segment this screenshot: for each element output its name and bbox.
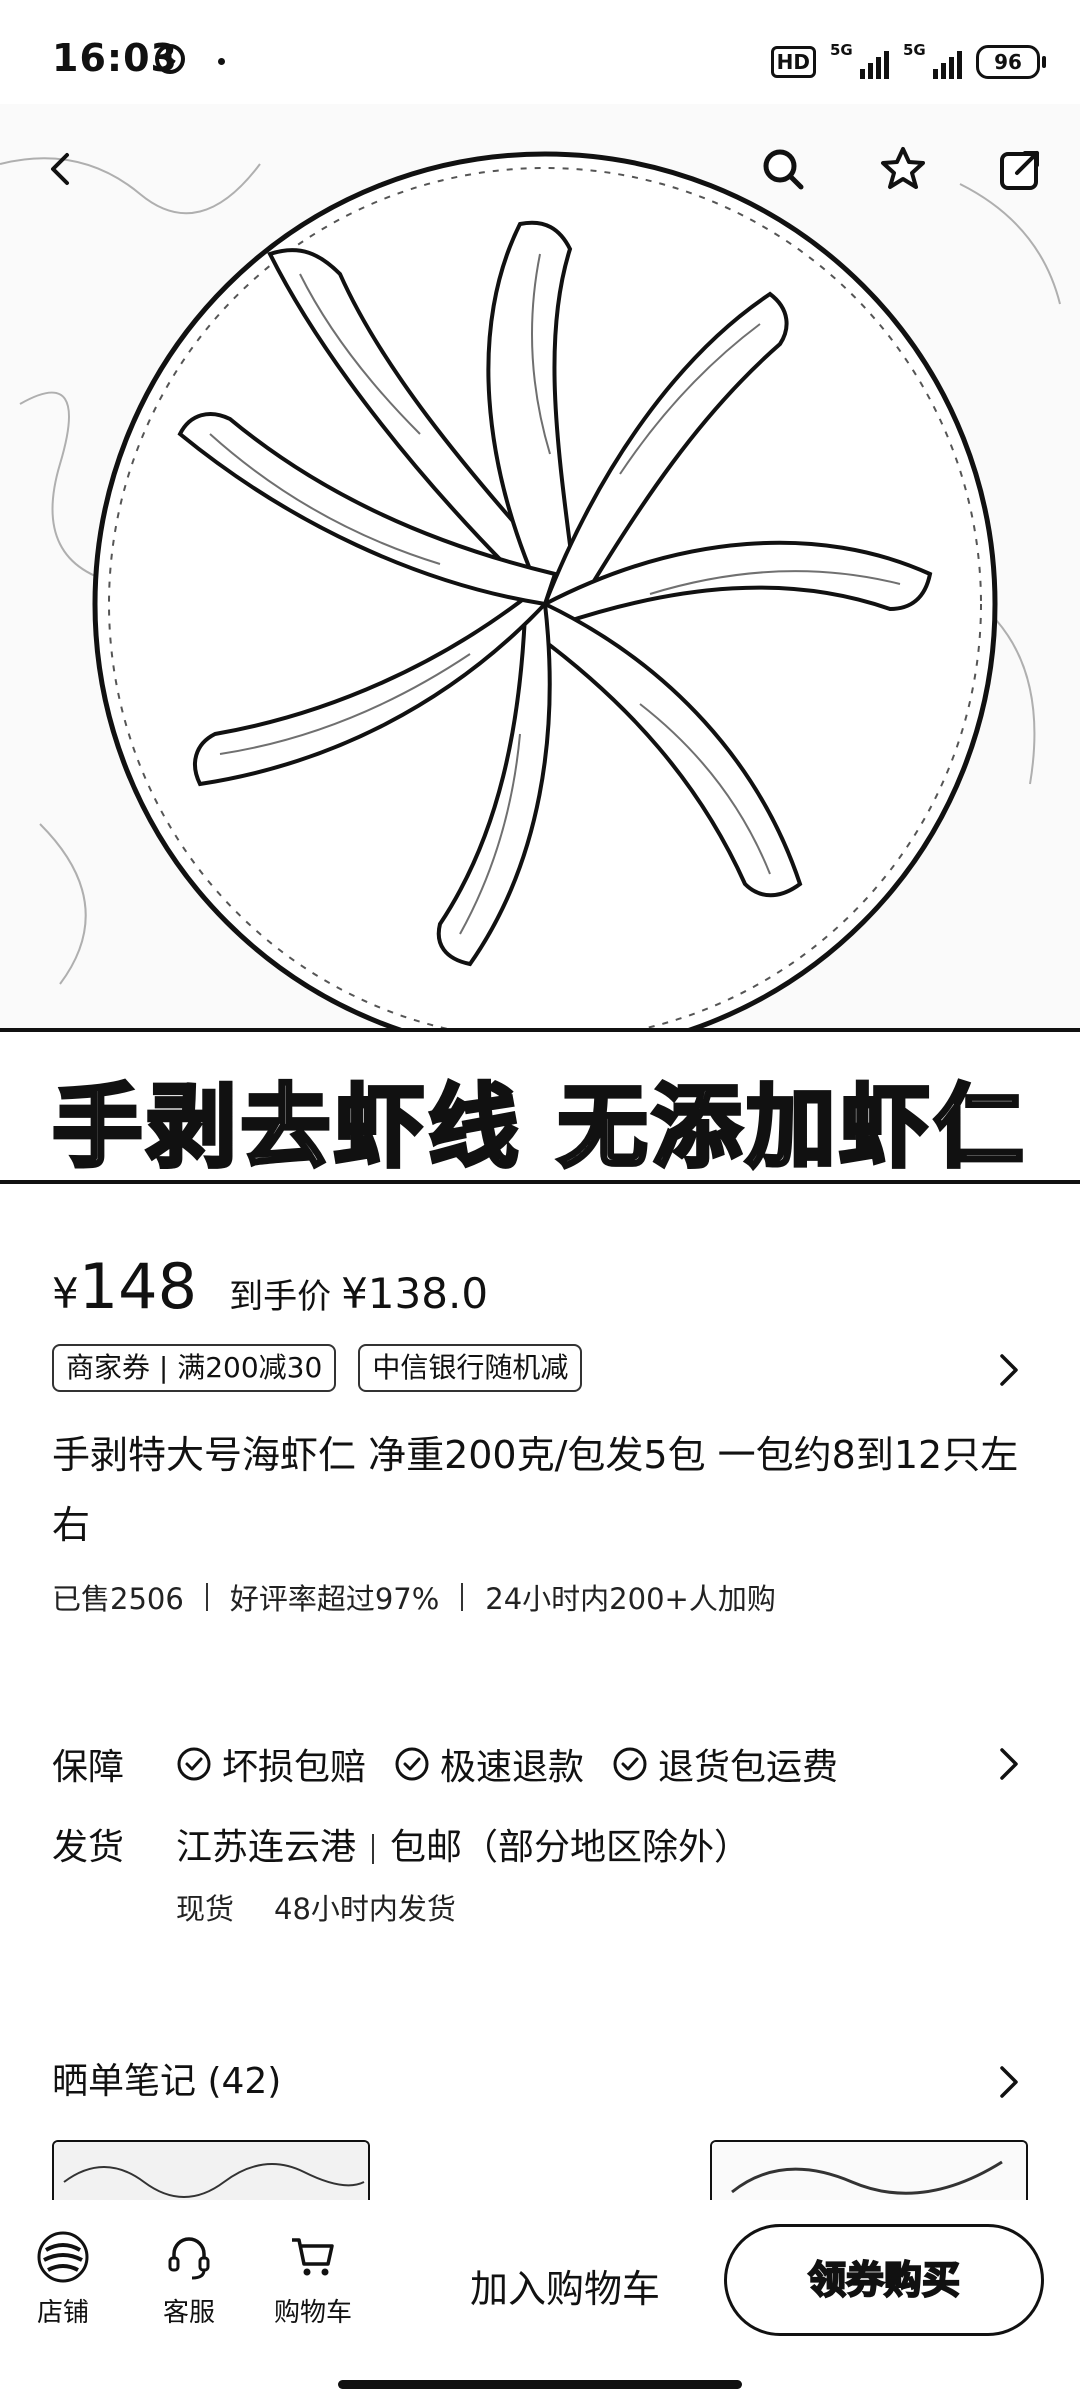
stock-status: 现货	[176, 1892, 235, 1926]
signal-icon: 5G	[903, 41, 962, 79]
sales-stats: 已售2506 好评率超过97% 24小时内200+人加购	[52, 1576, 776, 1618]
notes-thumbnails	[52, 2140, 1028, 2202]
divider	[205, 1583, 208, 1611]
store-label: 店铺	[36, 2298, 89, 2328]
alarm-icon	[155, 44, 185, 74]
shipping-detail: 现货 48小时内发货	[176, 1886, 456, 1928]
divider	[461, 1583, 464, 1611]
coupon-merchant[interactable]: 商家券 | 满200减30	[52, 1344, 337, 1392]
signal-icon: 5G	[830, 41, 889, 79]
service-button[interactable]: 客服	[134, 2230, 244, 2329]
favorite-button[interactable]	[868, 134, 938, 204]
battery-icon: 96	[976, 45, 1046, 79]
buy-with-coupon-button[interactable]: 领券购买	[724, 2224, 1044, 2336]
headset-icon	[168, 2237, 210, 2280]
bottom-action-bar: 店铺 客服 购物车 加入购物车 领券购买	[0, 2200, 1080, 2403]
coupon-list[interactable]: 商家券 | 满200减30 中信银行随机减	[52, 1344, 583, 1392]
product-title: 手剥特大号海虾仁 净重200克/包发5包 一包约8到12只左右	[52, 1433, 1019, 1547]
rating-text: 好评率超过97%	[229, 1582, 440, 1616]
share-icon	[1000, 151, 1039, 190]
chevron-left-icon	[51, 153, 69, 185]
star-icon	[881, 147, 925, 189]
shrimp-plate-illustration	[0, 104, 1080, 1028]
home-indicator[interactable]	[338, 2380, 742, 2389]
coupon-bank[interactable]: 中信银行随机减	[358, 1344, 583, 1392]
dispatch-time: 48小时内发货	[274, 1892, 456, 1926]
hd-badge: HD	[770, 46, 816, 78]
sold-count: 已售2506	[52, 1582, 184, 1616]
check-circle-icon	[613, 1747, 647, 1781]
shipping-policy: 包邮（部分地区除外）	[390, 1827, 751, 1868]
shipping-origin: 江苏连云港	[176, 1827, 357, 1868]
guarantee-item: 极速退款	[394, 1738, 584, 1790]
check-circle-icon	[177, 1747, 211, 1781]
check-circle-icon	[395, 1747, 429, 1781]
hero-banner: 手剥去虾线 无添加虾仁	[0, 1028, 1080, 1184]
service-label: 客服	[162, 2298, 215, 2328]
notes-header[interactable]: 晒单笔记 (42)	[52, 2054, 1028, 2110]
guarantee-item: 退货包运费	[612, 1738, 838, 1790]
guarantee-label: 保障	[52, 1747, 125, 1788]
store-icon	[37, 2231, 89, 2283]
note-thumbnail[interactable]	[52, 2140, 370, 2202]
hero-banner-text: 手剥去虾线 无添加虾仁	[50, 1073, 1028, 1182]
search-button[interactable]	[748, 134, 818, 204]
price-row: ¥148 到手价 ¥138.0	[52, 1250, 488, 1323]
recent-add-text: 24小时内200+人加购	[485, 1582, 776, 1616]
product-image[interactable]: 手剥去虾线 无添加虾仁	[0, 104, 1080, 1184]
after-price-value: ¥138.0	[341, 1269, 489, 1318]
after-price-label: 到手价	[229, 1277, 332, 1317]
guarantee-row[interactable]: 保障 坏损包赔 极速退款 退货包运费	[52, 1736, 1028, 1792]
add-to-cart-button[interactable]: 加入购物车	[440, 2244, 690, 2334]
chevron-right-icon[interactable]	[988, 2062, 1028, 2102]
chevron-right-icon[interactable]	[988, 1744, 1028, 1784]
search-icon	[763, 149, 804, 190]
status-bar: 16:03 HD 5G 5G 96	[0, 0, 1080, 104]
cart-icon	[292, 2238, 334, 2276]
shipping-row: 发货 江苏连云港 包邮（部分地区除外）	[52, 1818, 750, 1870]
shipping-info: 江苏连云港 包邮（部分地区除外）	[176, 1818, 750, 1870]
price-main: ¥148	[52, 1250, 198, 1323]
cart-label: 购物车	[273, 2298, 352, 2328]
notes-title: 晒单笔记 (42)	[52, 2061, 282, 2102]
shipping-label: 发货	[52, 1827, 125, 1868]
guarantee-item: 坏损包赔	[176, 1738, 366, 1790]
share-button[interactable]	[986, 134, 1056, 204]
store-button[interactable]: 店铺	[8, 2230, 118, 2329]
back-button[interactable]	[26, 134, 96, 204]
notification-dot	[218, 58, 225, 65]
cart-button[interactable]: 购物车	[258, 2230, 368, 2329]
note-thumbnail[interactable]	[710, 2140, 1028, 2202]
note-thumbnail[interactable]	[382, 2140, 694, 2202]
chevron-right-icon[interactable]	[988, 1350, 1028, 1390]
